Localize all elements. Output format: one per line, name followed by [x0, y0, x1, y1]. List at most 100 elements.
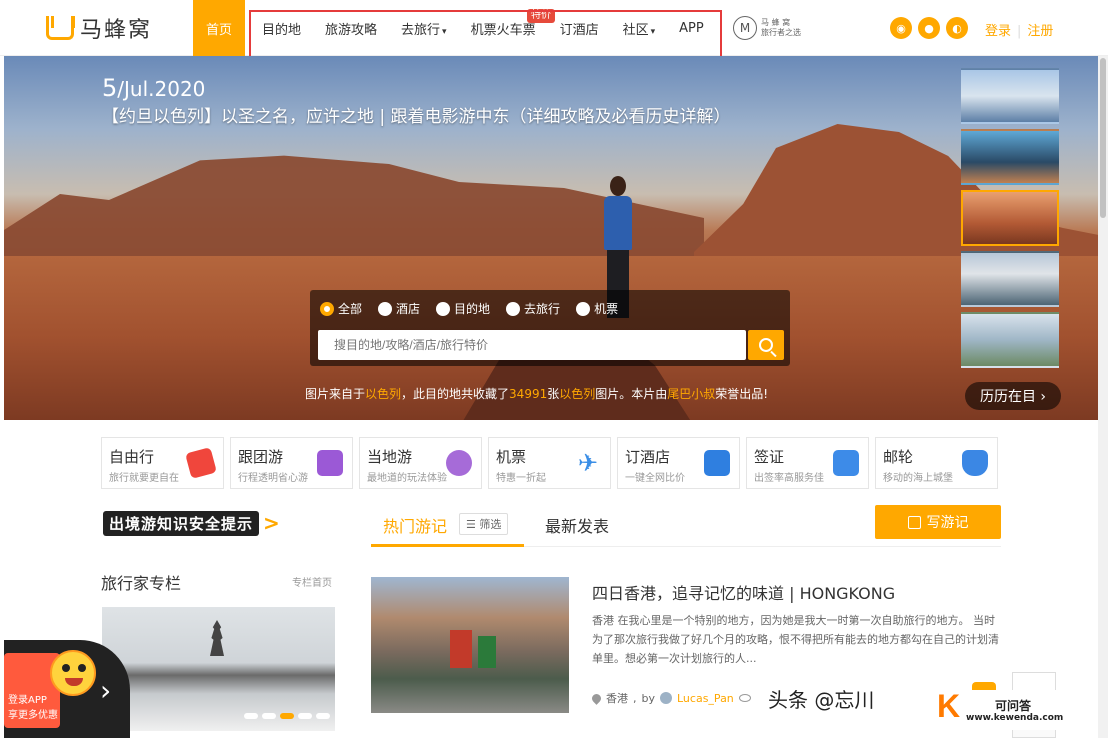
column-title: 旅行家专栏 — [101, 574, 182, 593]
brand-slogan: M 马 蜂 窝 旅行者之选 — [733, 16, 801, 40]
credit-text: 图片来自于 — [305, 387, 366, 401]
carousel-dots — [244, 713, 330, 719]
hero-thumbnails — [961, 68, 1059, 368]
tile-name: 自由行 — [109, 448, 155, 466]
hero-person-body — [604, 196, 632, 250]
kewenda-logo-icon: K — [937, 688, 961, 724]
scrollbar-thumb[interactable] — [1100, 58, 1106, 218]
site-logo[interactable]: 马蜂窝 — [46, 12, 152, 44]
tile-free-travel[interactable]: 自由行 旅行就要更自在 — [101, 437, 224, 489]
nav-travel[interactable]: 去旅行 ▾ — [401, 19, 447, 38]
tile-cruise[interactable]: 邮轮 移动的海上城堡 — [875, 437, 998, 489]
credit-place-link[interactable]: 以色列 — [365, 387, 401, 401]
weibo-icon[interactable]: ◉ — [890, 17, 912, 39]
kewenda-url: www.kewenda.com — [966, 713, 1064, 723]
wechat-icon[interactable]: ◐ — [946, 17, 968, 39]
nav-label: 订酒店 — [559, 22, 599, 38]
search-option-destination[interactable]: 目的地 — [436, 300, 490, 317]
radio-icon — [436, 301, 451, 316]
tile-name: 邮轮 — [883, 448, 914, 466]
carousel-dot[interactable] — [244, 713, 258, 719]
comma: , — [633, 691, 637, 705]
hero-title[interactable]: 【约旦以色列】以圣之名，应许之地 | 跟着电影游中东（详细攻略及必看历史详解） — [102, 102, 731, 127]
write-travelogue-button[interactable]: 写游记 — [875, 505, 1001, 539]
hero-thumb-active[interactable] — [961, 190, 1059, 246]
category-tiles: 自由行 旅行就要更自在 跟团游 行程透明省心游 当地游 最地道的玩法体验 机票 … — [101, 437, 998, 489]
tile-flights[interactable]: 机票 特惠一折起 ✈ — [488, 437, 611, 489]
chevron-right-icon[interactable]: › — [100, 674, 111, 707]
toutiao-watermark: 头条 @忘川 — [768, 688, 875, 712]
filter-button[interactable]: ☰ 筛选 — [459, 513, 509, 535]
tab-hot-travelogues[interactable]: 热门游记 ☰ 筛选 — [371, 505, 524, 547]
search-button[interactable] — [748, 330, 784, 360]
history-button[interactable]: 历历在目 › — [965, 382, 1061, 410]
carousel-dot[interactable] — [316, 713, 330, 719]
building-icon — [704, 450, 730, 476]
credit-author-link[interactable]: 尾巴小叔 — [667, 387, 715, 401]
search-input[interactable] — [318, 330, 746, 360]
eye-icon — [738, 694, 751, 702]
radio-icon — [576, 301, 591, 316]
tile-hotels[interactable]: 订酒店 一键全网比价 — [617, 437, 740, 489]
column-home-link[interactable]: 专栏首页 — [292, 574, 332, 589]
login-link[interactable]: 登录 — [985, 24, 1011, 39]
carousel-dot[interactable] — [262, 713, 276, 719]
tram-red — [450, 630, 472, 668]
hero-thumb[interactable] — [961, 251, 1059, 307]
tile-visa[interactable]: 签证 出签率高服务佳 — [746, 437, 869, 489]
article-description: 香港 在我心里是一个特别的地方，因为她是我大一时第一次自助旅行的地方。 当时为了… — [592, 614, 999, 665]
search-option-all[interactable]: 全部 — [320, 300, 362, 317]
nav-label: 去旅行 — [401, 22, 441, 38]
article-location[interactable]: 香港 — [606, 690, 628, 706]
hero-person-head — [610, 176, 626, 196]
tile-name: 订酒店 — [625, 448, 671, 466]
author-link[interactable]: Lucas_Pan — [677, 692, 734, 705]
search-option-flight[interactable]: 机票 — [576, 300, 618, 317]
option-label: 全部 — [338, 302, 363, 316]
nav-community[interactable]: 社区 ▾ — [623, 19, 656, 38]
carousel-dot-active[interactable] — [280, 713, 294, 719]
hero-thumb[interactable] — [961, 68, 1059, 124]
tile-sub: 特惠一折起 — [496, 473, 546, 484]
radio-icon — [506, 301, 521, 316]
tab-latest[interactable]: 最新发表 — [545, 513, 609, 537]
search-panel: 全部 酒店 目的地 去旅行 机票 — [310, 290, 790, 366]
nav-destinations[interactable]: 目的地 — [262, 19, 301, 38]
tile-sub: 一键全网比价 — [625, 473, 685, 484]
nav-hotels[interactable]: 订酒店 — [560, 19, 599, 38]
hero-thumb[interactable] — [961, 129, 1059, 185]
credit-text: 张 — [547, 387, 560, 401]
nav-home[interactable]: 首页 — [193, 0, 245, 56]
option-label: 机票 — [594, 302, 619, 316]
social-icons: ◉ ● ◐ — [890, 17, 968, 39]
mascot-icon — [50, 650, 96, 696]
credit-text: ，此目的地共收藏了 — [401, 387, 510, 401]
ship-icon — [962, 450, 988, 476]
airplane-icon: ✈ — [577, 449, 599, 477]
caret-down-icon: ▾ — [650, 26, 656, 37]
tile-sub: 最地道的玩法体验 — [367, 473, 447, 484]
credit-place-link[interactable]: 以色列 — [559, 387, 595, 401]
carousel-dot[interactable] — [298, 713, 312, 719]
radio-icon — [320, 301, 334, 316]
search-option-travel[interactable]: 去旅行 — [506, 300, 560, 317]
flag-icon — [317, 450, 343, 476]
qq-icon[interactable]: ● — [918, 17, 940, 39]
caret-down-icon: ▾ — [442, 26, 447, 37]
nav-tickets[interactable]: 机票火车票 — [471, 19, 536, 38]
tram-green — [478, 636, 496, 668]
search-option-hotel[interactable]: 酒店 — [378, 300, 420, 317]
nav-guides[interactable]: 旅游攻略 — [325, 19, 377, 38]
safety-tips-banner[interactable]: 出境游知识安全提示 > — [103, 510, 280, 536]
register-link[interactable]: 注册 — [1027, 24, 1053, 39]
tile-local-tour[interactable]: 当地游 最地道的玩法体验 — [359, 437, 482, 489]
hero-date: 5/Jul.2020 — [102, 74, 205, 102]
auth-links: 登录 | 注册 — [985, 20, 1053, 39]
scrollbar[interactable] — [1098, 56, 1108, 738]
hero-thumb[interactable] — [961, 312, 1059, 368]
tile-group-tour[interactable]: 跟团游 行程透明省心游 — [230, 437, 353, 489]
tile-name: 签证 — [754, 448, 785, 466]
nav-app[interactable]: APP — [679, 21, 704, 36]
article-title[interactable]: 四日香港，追寻记忆的味道 | HONGKONG — [592, 580, 895, 604]
credit-count: 34991 — [509, 387, 548, 401]
